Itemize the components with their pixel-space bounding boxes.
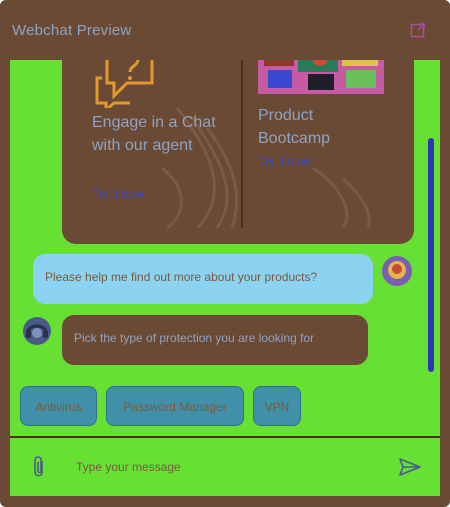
- suggested-action-vpn[interactable]: VPN: [253, 386, 301, 426]
- carousel-card-agent[interactable]: Engage in a Chat with our agent Try it n…: [77, 60, 240, 228]
- card-title: Engage in a Chat with our agent: [92, 114, 216, 154]
- scrollbar-thumb[interactable]: [428, 138, 434, 372]
- card-link-try-it-now[interactable]: Try it now: [258, 154, 310, 168]
- popout-icon[interactable]: [410, 22, 426, 38]
- message-composer: [10, 438, 440, 496]
- card-carousel: Engage in a Chat with our agent Try it n…: [62, 60, 414, 244]
- product-image: [258, 60, 384, 94]
- suggested-action-antivirus[interactable]: Antivirus: [20, 386, 97, 426]
- bot-avatar: [23, 317, 51, 345]
- send-icon[interactable]: [399, 458, 421, 476]
- message-input[interactable]: [76, 457, 376, 477]
- user-message-bubble: Please help me find out more about your …: [33, 254, 373, 304]
- carousel-card-bootcamp[interactable]: Product Bootcamp Try it now: [241, 60, 401, 228]
- question-chat-icon: [95, 60, 154, 108]
- user-avatar: [382, 256, 412, 286]
- title-bar: Webchat Preview: [0, 0, 450, 60]
- card-link-try-it-now[interactable]: Try it now: [92, 187, 144, 201]
- bot-message-bubble: Pick the type of protection you are look…: [62, 315, 368, 365]
- suggested-action-password-manager[interactable]: Password Manager: [106, 386, 244, 426]
- chat-transcript[interactable]: Engage in a Chat with our agent Try it n…: [10, 60, 440, 436]
- paperclip-icon[interactable]: [32, 455, 46, 479]
- card-title: Product Bootcamp: [258, 107, 331, 147]
- window-title: Webchat Preview: [12, 22, 132, 39]
- webchat-window: Webchat Preview Engage in a Chat with ou…: [0, 0, 450, 507]
